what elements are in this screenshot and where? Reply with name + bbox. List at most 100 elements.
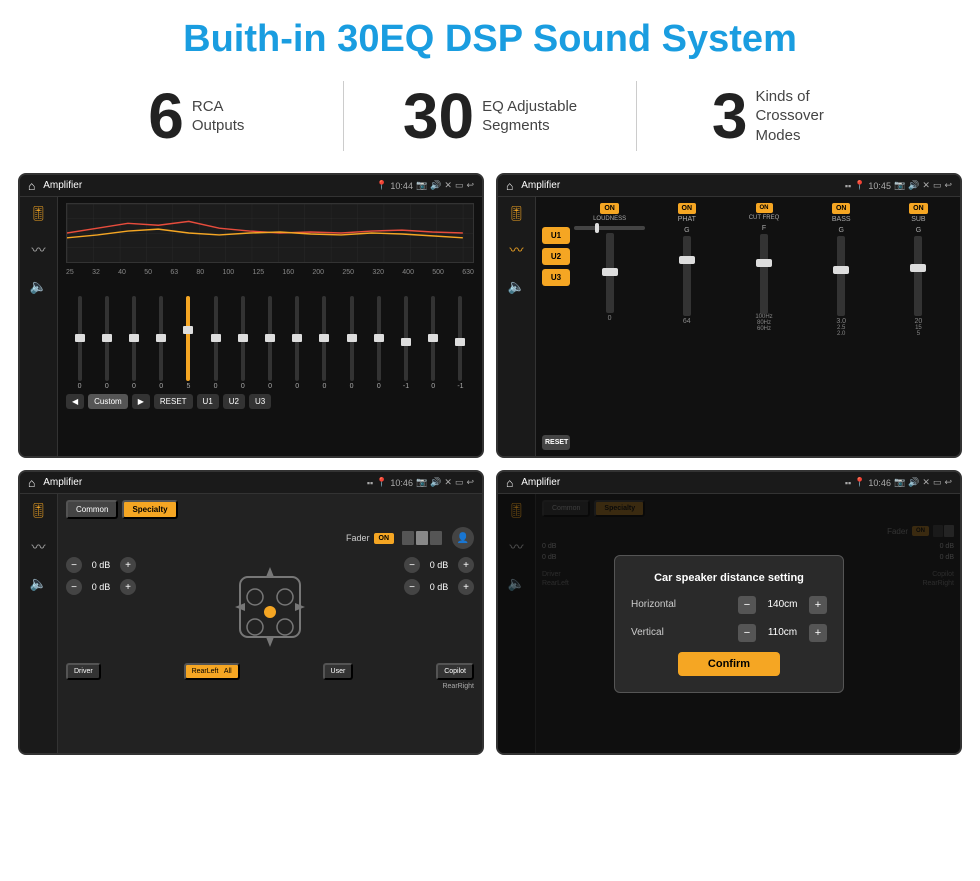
eq-sidebar: 🎚 〰 🔈: [20, 197, 58, 456]
fader-buttons: Driver RearLeft All User Copilot: [66, 663, 474, 680]
eq-play-btn[interactable]: ▶: [132, 394, 150, 409]
loudness-label: LOUDNESS: [593, 216, 626, 222]
eq-slider-7[interactable]: 0: [229, 296, 256, 390]
phat-track[interactable]: [683, 236, 691, 316]
fader-tab-common[interactable]: Common: [66, 500, 118, 519]
fader-back-icon: ↩: [466, 477, 474, 488]
db-minus-4[interactable]: −: [404, 579, 420, 595]
dialog-box: Car speaker distance setting Horizontal …: [614, 555, 844, 693]
eq-slider-13[interactable]: -1: [392, 296, 419, 390]
eq-slider-5[interactable]: 5: [175, 296, 202, 390]
bass-on[interactable]: ON: [832, 203, 851, 214]
preset-u1[interactable]: U1: [542, 227, 570, 244]
sub-track[interactable]: [914, 236, 922, 316]
driver-btn[interactable]: Driver: [66, 663, 101, 680]
db-plus-1[interactable]: +: [120, 557, 136, 573]
mixer-wave-icon[interactable]: 〰: [510, 240, 524, 260]
db-value-1: 0 dB: [86, 560, 116, 570]
mixer-reset-btn[interactable]: RESET: [542, 435, 570, 450]
sub-on[interactable]: ON: [909, 203, 928, 214]
eq-prev-btn[interactable]: ◀: [66, 394, 84, 409]
fader-tune-icon[interactable]: 🎚: [30, 502, 48, 519]
fader-camera-icon: 📷: [416, 477, 427, 488]
vertical-label: Vertical: [631, 627, 738, 638]
back-icon: ↩: [466, 180, 474, 191]
fader-sidebar: 🎚 〰 🔈: [20, 494, 58, 753]
eq-u1-btn[interactable]: U1: [197, 394, 219, 409]
fader-screen: ⌂ Amplifier ▪▪ 📍 10:46 📷 🔊 ✕ ▭ ↩ 🎚 〰 🔈: [18, 470, 484, 755]
all-btn[interactable]: RearLeft All: [184, 663, 240, 680]
db-plus-4[interactable]: +: [458, 579, 474, 595]
phat-on[interactable]: ON: [678, 203, 697, 214]
eq-slider-6[interactable]: 0: [202, 296, 229, 390]
preset-u2[interactable]: U2: [542, 248, 570, 265]
mixer-tune-icon[interactable]: 🎚: [508, 205, 526, 222]
eq-speaker-icon[interactable]: 🔈: [30, 278, 47, 295]
db-plus-2[interactable]: +: [120, 579, 136, 595]
stat-divider-1: [343, 81, 344, 151]
copilot-btn[interactable]: Copilot: [436, 663, 474, 680]
fader-tab-specialty[interactable]: Specialty: [122, 500, 177, 519]
eq-slider-9[interactable]: 0: [284, 296, 311, 390]
eq-slider-2[interactable]: 0: [93, 296, 120, 390]
channel-sub: ON SUB G 20 15 5: [883, 203, 954, 450]
loudness-slider-h[interactable]: [574, 226, 645, 230]
db-minus-1[interactable]: −: [66, 557, 82, 573]
eq-slider-1[interactable]: 0: [66, 296, 93, 390]
vertical-minus-btn[interactable]: −: [738, 624, 756, 642]
eq-slider-11[interactable]: 0: [338, 296, 365, 390]
eq-slider-15[interactable]: -1: [447, 296, 474, 390]
eq-controls: ◀ Custom ▶ RESET U1 U2 U3: [66, 394, 474, 409]
eq-slider-14[interactable]: 0: [420, 296, 447, 390]
eq-slider-8[interactable]: 0: [256, 296, 283, 390]
loudness-track[interactable]: [606, 233, 614, 313]
cutfreq-track[interactable]: [760, 234, 768, 314]
fader-on-btn[interactable]: ON: [374, 533, 395, 544]
horizontal-plus-btn[interactable]: +: [809, 596, 827, 614]
eq-tune-icon[interactable]: 🎚: [30, 205, 48, 222]
eq-slider-4[interactable]: 0: [148, 296, 175, 390]
phat-value: 64: [683, 318, 691, 325]
db-minus-3[interactable]: −: [404, 557, 420, 573]
fader-right-controls: − 0 dB + − 0 dB +: [404, 557, 474, 657]
eq-slider-12[interactable]: 0: [365, 296, 392, 390]
db-plus-3[interactable]: +: [458, 557, 474, 573]
eq-screen-title: Amplifier: [43, 180, 372, 191]
db-minus-2[interactable]: −: [66, 579, 82, 595]
channel-bass: ON BASS G 3.0 2.5 2.0: [806, 203, 877, 450]
channel-phat: ON PHAT G 64: [651, 203, 722, 450]
sub-value: 20: [915, 318, 923, 325]
eq-wave-icon[interactable]: 〰: [32, 240, 46, 260]
home-icon-fader: ⌂: [28, 476, 35, 490]
eq-freq-labels: 2532405063 80100125160200 25032040050063…: [66, 269, 474, 276]
bass-track[interactable]: [837, 236, 845, 316]
cutfreq-on[interactable]: ON: [756, 203, 773, 213]
mixer-speaker-icon[interactable]: 🔈: [508, 278, 525, 295]
loudness-value: 0: [608, 315, 612, 322]
eq-slider-10[interactable]: 0: [311, 296, 338, 390]
eq-slider-3[interactable]: 0: [120, 296, 147, 390]
eq-u3-btn[interactable]: U3: [249, 394, 271, 409]
preset-u3[interactable]: U3: [542, 269, 570, 286]
status-bar-mixer: ⌂ Amplifier ▪▪ 📍 10:45 📷 🔊 ✕ ▭ ↩: [498, 175, 960, 197]
fader-volume-icon: 🔊: [430, 477, 441, 488]
vertical-plus-btn[interactable]: +: [809, 624, 827, 642]
fader-status-icons: ▪▪ 📍 10:46 📷 🔊 ✕ ▭ ↩: [367, 477, 474, 488]
eq-custom-btn[interactable]: Custom: [88, 394, 128, 409]
loudness-on[interactable]: ON: [600, 203, 619, 214]
eq-reset-btn[interactable]: RESET: [154, 394, 193, 409]
fader-speaker-icon[interactable]: 🔈: [30, 575, 47, 592]
fader-wave-icon[interactable]: 〰: [32, 537, 46, 557]
cutfreq-label: CUT FREQ: [749, 215, 780, 221]
eq-status-icons: 📍 10:44 📷 🔊 ✕ ▭ ↩: [376, 180, 474, 191]
confirm-button[interactable]: Confirm: [678, 652, 780, 676]
eq-time: 10:44: [390, 181, 413, 191]
user-btn[interactable]: User: [323, 663, 354, 680]
eq-u2-btn[interactable]: U2: [223, 394, 245, 409]
db-control-1: − 0 dB +: [66, 557, 136, 573]
close-icon: ✕: [444, 180, 452, 191]
dialog-time: 10:46: [868, 478, 891, 488]
mixer-content: 🎚 〰 🔈 U1 U2 U3 RESET ON LOUDNESS: [498, 197, 960, 456]
db-control-4: − 0 dB +: [404, 579, 474, 595]
horizontal-minus-btn[interactable]: −: [738, 596, 756, 614]
